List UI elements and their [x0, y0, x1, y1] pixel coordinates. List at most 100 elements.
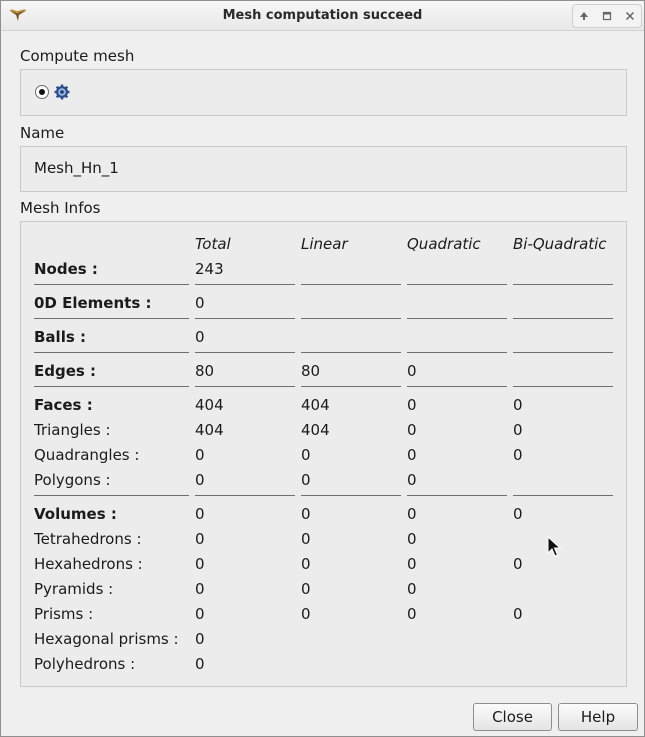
0d-elements-total: 0 [195, 294, 205, 312]
name-group: Mesh_Hn_1 [20, 146, 627, 192]
faces-total: 404 [195, 396, 224, 414]
row-label-hexagonal-prisms: Hexagonal prisms : [34, 630, 179, 648]
mesh-infos-group: Total Linear Quadratic Bi-Quadratic Node… [20, 221, 627, 687]
separator [513, 284, 613, 285]
prisms-quadratic: 0 [407, 605, 417, 623]
column-header-quadratic: Quadratic [407, 235, 481, 253]
volumes-quadratic: 0 [407, 505, 417, 523]
up-arrow-icon[interactable] [575, 7, 593, 25]
row-label-balls: Balls : [34, 328, 86, 346]
nodes-total: 243 [195, 260, 224, 278]
hexahedrons-quadratic: 0 [407, 555, 417, 573]
separator [407, 352, 507, 353]
separator [195, 318, 295, 319]
separator [34, 284, 189, 285]
separator [301, 352, 401, 353]
window-controls [572, 4, 642, 28]
restore-icon[interactable] [598, 7, 616, 25]
prisms-linear: 0 [301, 605, 311, 623]
row-label-polygons: Polygons : [34, 471, 111, 489]
triangles-bi-quadratic: 0 [513, 421, 523, 439]
separator [513, 352, 613, 353]
polygons-linear: 0 [301, 471, 311, 489]
tetrahedrons-total: 0 [195, 530, 205, 548]
balls-total: 0 [195, 328, 205, 346]
row-label-volumes: Volumes : [34, 505, 117, 523]
volumes-linear: 0 [301, 505, 311, 523]
column-header-linear: Linear [301, 235, 348, 253]
row-label-hexahedrons: Hexahedrons : [34, 555, 143, 573]
separator [513, 386, 613, 387]
row-label-faces: Faces : [34, 396, 93, 414]
polygons-quadratic: 0 [407, 471, 417, 489]
separator [407, 284, 507, 285]
compute-mesh-label: Compute mesh [20, 47, 135, 65]
separator [195, 284, 295, 285]
mesh-computation-dialog: Mesh computation succeed Compute mesh Na… [0, 0, 645, 737]
tetrahedrons-linear: 0 [301, 530, 311, 548]
compute-mesh-radio[interactable] [35, 85, 49, 99]
separator [301, 495, 401, 496]
row-label-polyhedrons: Polyhedrons : [34, 655, 136, 673]
gear-icon [54, 84, 70, 100]
quadrangles-bi-quadratic: 0 [513, 446, 523, 464]
mouse-pointer-icon [547, 536, 561, 557]
quadrangles-quadratic: 0 [407, 446, 417, 464]
tetrahedrons-quadratic: 0 [407, 530, 417, 548]
prisms-bi-quadratic: 0 [513, 605, 523, 623]
pyramids-total: 0 [195, 580, 205, 598]
triangles-quadratic: 0 [407, 421, 417, 439]
compute-mesh-group [20, 69, 627, 116]
separator [407, 318, 507, 319]
separator [301, 284, 401, 285]
separator [407, 386, 507, 387]
pyramids-quadratic: 0 [407, 580, 417, 598]
edges-linear: 80 [301, 362, 321, 380]
column-header-total: Total [195, 235, 231, 253]
hexahedrons-bi-quadratic: 0 [513, 555, 523, 573]
title-bar[interactable]: Mesh computation succeed [1, 1, 644, 31]
close-button[interactable]: Close [473, 703, 552, 731]
separator [301, 318, 401, 319]
row-label-prisms: Prisms : [34, 605, 94, 623]
name-label: Name [20, 124, 65, 142]
separator [513, 318, 613, 319]
pyramids-linear: 0 [301, 580, 311, 598]
hexahedrons-linear: 0 [301, 555, 311, 573]
window-title: Mesh computation succeed [222, 8, 423, 23]
volumes-total: 0 [195, 505, 205, 523]
quadrangles-total: 0 [195, 446, 205, 464]
separator [34, 352, 189, 353]
row-label-quadrangles: Quadrangles : [34, 446, 140, 464]
polyhedrons-total: 0 [195, 655, 205, 673]
row-label-tetrahedrons: Tetrahedrons : [34, 530, 142, 548]
faces-bi-quadratic: 0 [513, 396, 523, 414]
row-label-0d-elements: 0D Elements : [34, 294, 152, 312]
close-icon[interactable] [621, 7, 639, 25]
triangles-linear: 404 [301, 421, 330, 439]
hexahedrons-total: 0 [195, 555, 205, 573]
row-label-triangles: Triangles : [34, 421, 111, 439]
edges-total: 80 [195, 362, 215, 380]
faces-linear: 404 [301, 396, 330, 414]
faces-quadratic: 0 [407, 396, 417, 414]
separator [513, 495, 613, 496]
polygons-total: 0 [195, 471, 205, 489]
triangles-total: 404 [195, 421, 224, 439]
separator [195, 386, 295, 387]
row-label-nodes: Nodes : [34, 260, 98, 278]
help-button[interactable]: Help [558, 703, 638, 731]
separator [34, 318, 189, 319]
edges-quadratic: 0 [407, 362, 417, 380]
prisms-total: 0 [195, 605, 205, 623]
mesh-name-value: Mesh_Hn_1 [34, 159, 119, 177]
hexagonal-prisms-total: 0 [195, 630, 205, 648]
separator [195, 352, 295, 353]
separator [301, 386, 401, 387]
separator [34, 495, 189, 496]
row-label-pyramids: Pyramids : [34, 580, 114, 598]
separator [34, 386, 189, 387]
separator [195, 495, 295, 496]
column-header-bi-quadratic: Bi-Quadratic [513, 235, 607, 253]
quadrangles-linear: 0 [301, 446, 311, 464]
